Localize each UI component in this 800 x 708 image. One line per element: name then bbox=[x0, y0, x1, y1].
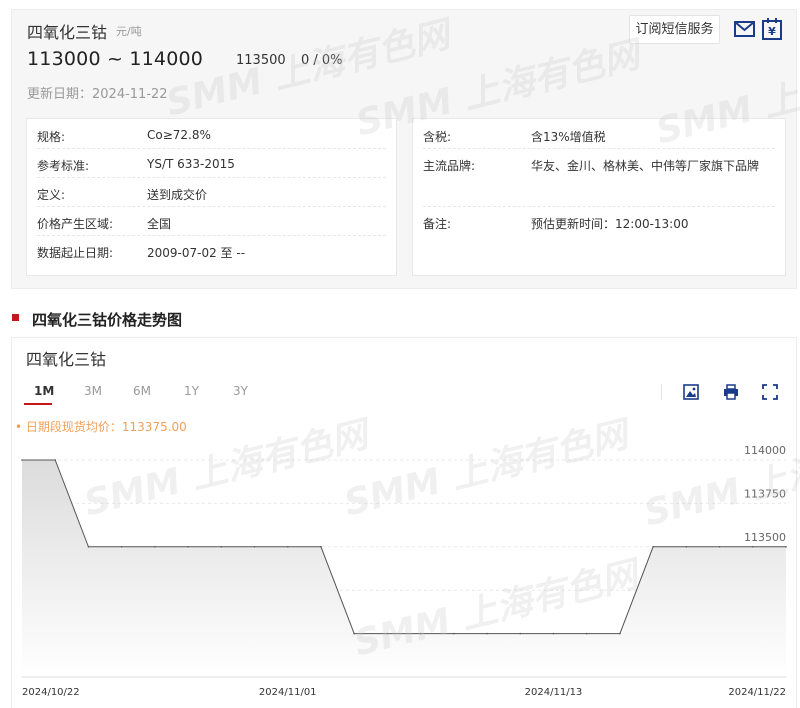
data-point bbox=[353, 632, 355, 635]
data-point bbox=[486, 632, 488, 635]
data-point bbox=[286, 546, 289, 548]
x-tick-label: 2024/11/01 bbox=[259, 687, 317, 698]
data-point bbox=[386, 632, 389, 635]
data-point bbox=[718, 546, 721, 548]
data-point bbox=[453, 632, 455, 635]
data-point bbox=[685, 546, 688, 548]
data-point bbox=[552, 632, 555, 635]
data-point bbox=[154, 546, 156, 548]
data-point bbox=[54, 459, 57, 461]
data-point bbox=[187, 546, 189, 548]
y-tick-label: 113500 bbox=[744, 531, 786, 544]
data-point bbox=[220, 546, 223, 548]
y-tick-label: 113750 bbox=[744, 487, 786, 500]
data-point bbox=[320, 546, 322, 548]
data-point bbox=[419, 632, 422, 635]
price-chart: 1140001137501135001132501130001127502024… bbox=[21, 444, 787, 698]
x-tick-label: 2024/11/13 bbox=[525, 687, 583, 698]
data-point bbox=[619, 632, 621, 635]
data-point bbox=[120, 546, 123, 548]
data-point bbox=[253, 546, 256, 548]
x-tick-label: 2024/11/22 bbox=[728, 687, 786, 698]
data-point bbox=[585, 632, 588, 635]
data-point bbox=[21, 459, 23, 461]
data-point bbox=[87, 546, 90, 548]
price-area bbox=[22, 460, 786, 677]
x-tick-label: 2024/10/22 bbox=[22, 687, 80, 698]
y-tick-label: 114000 bbox=[744, 444, 786, 457]
data-point bbox=[785, 546, 787, 548]
data-point bbox=[519, 632, 522, 635]
data-point bbox=[652, 546, 654, 548]
data-point bbox=[751, 546, 754, 548]
